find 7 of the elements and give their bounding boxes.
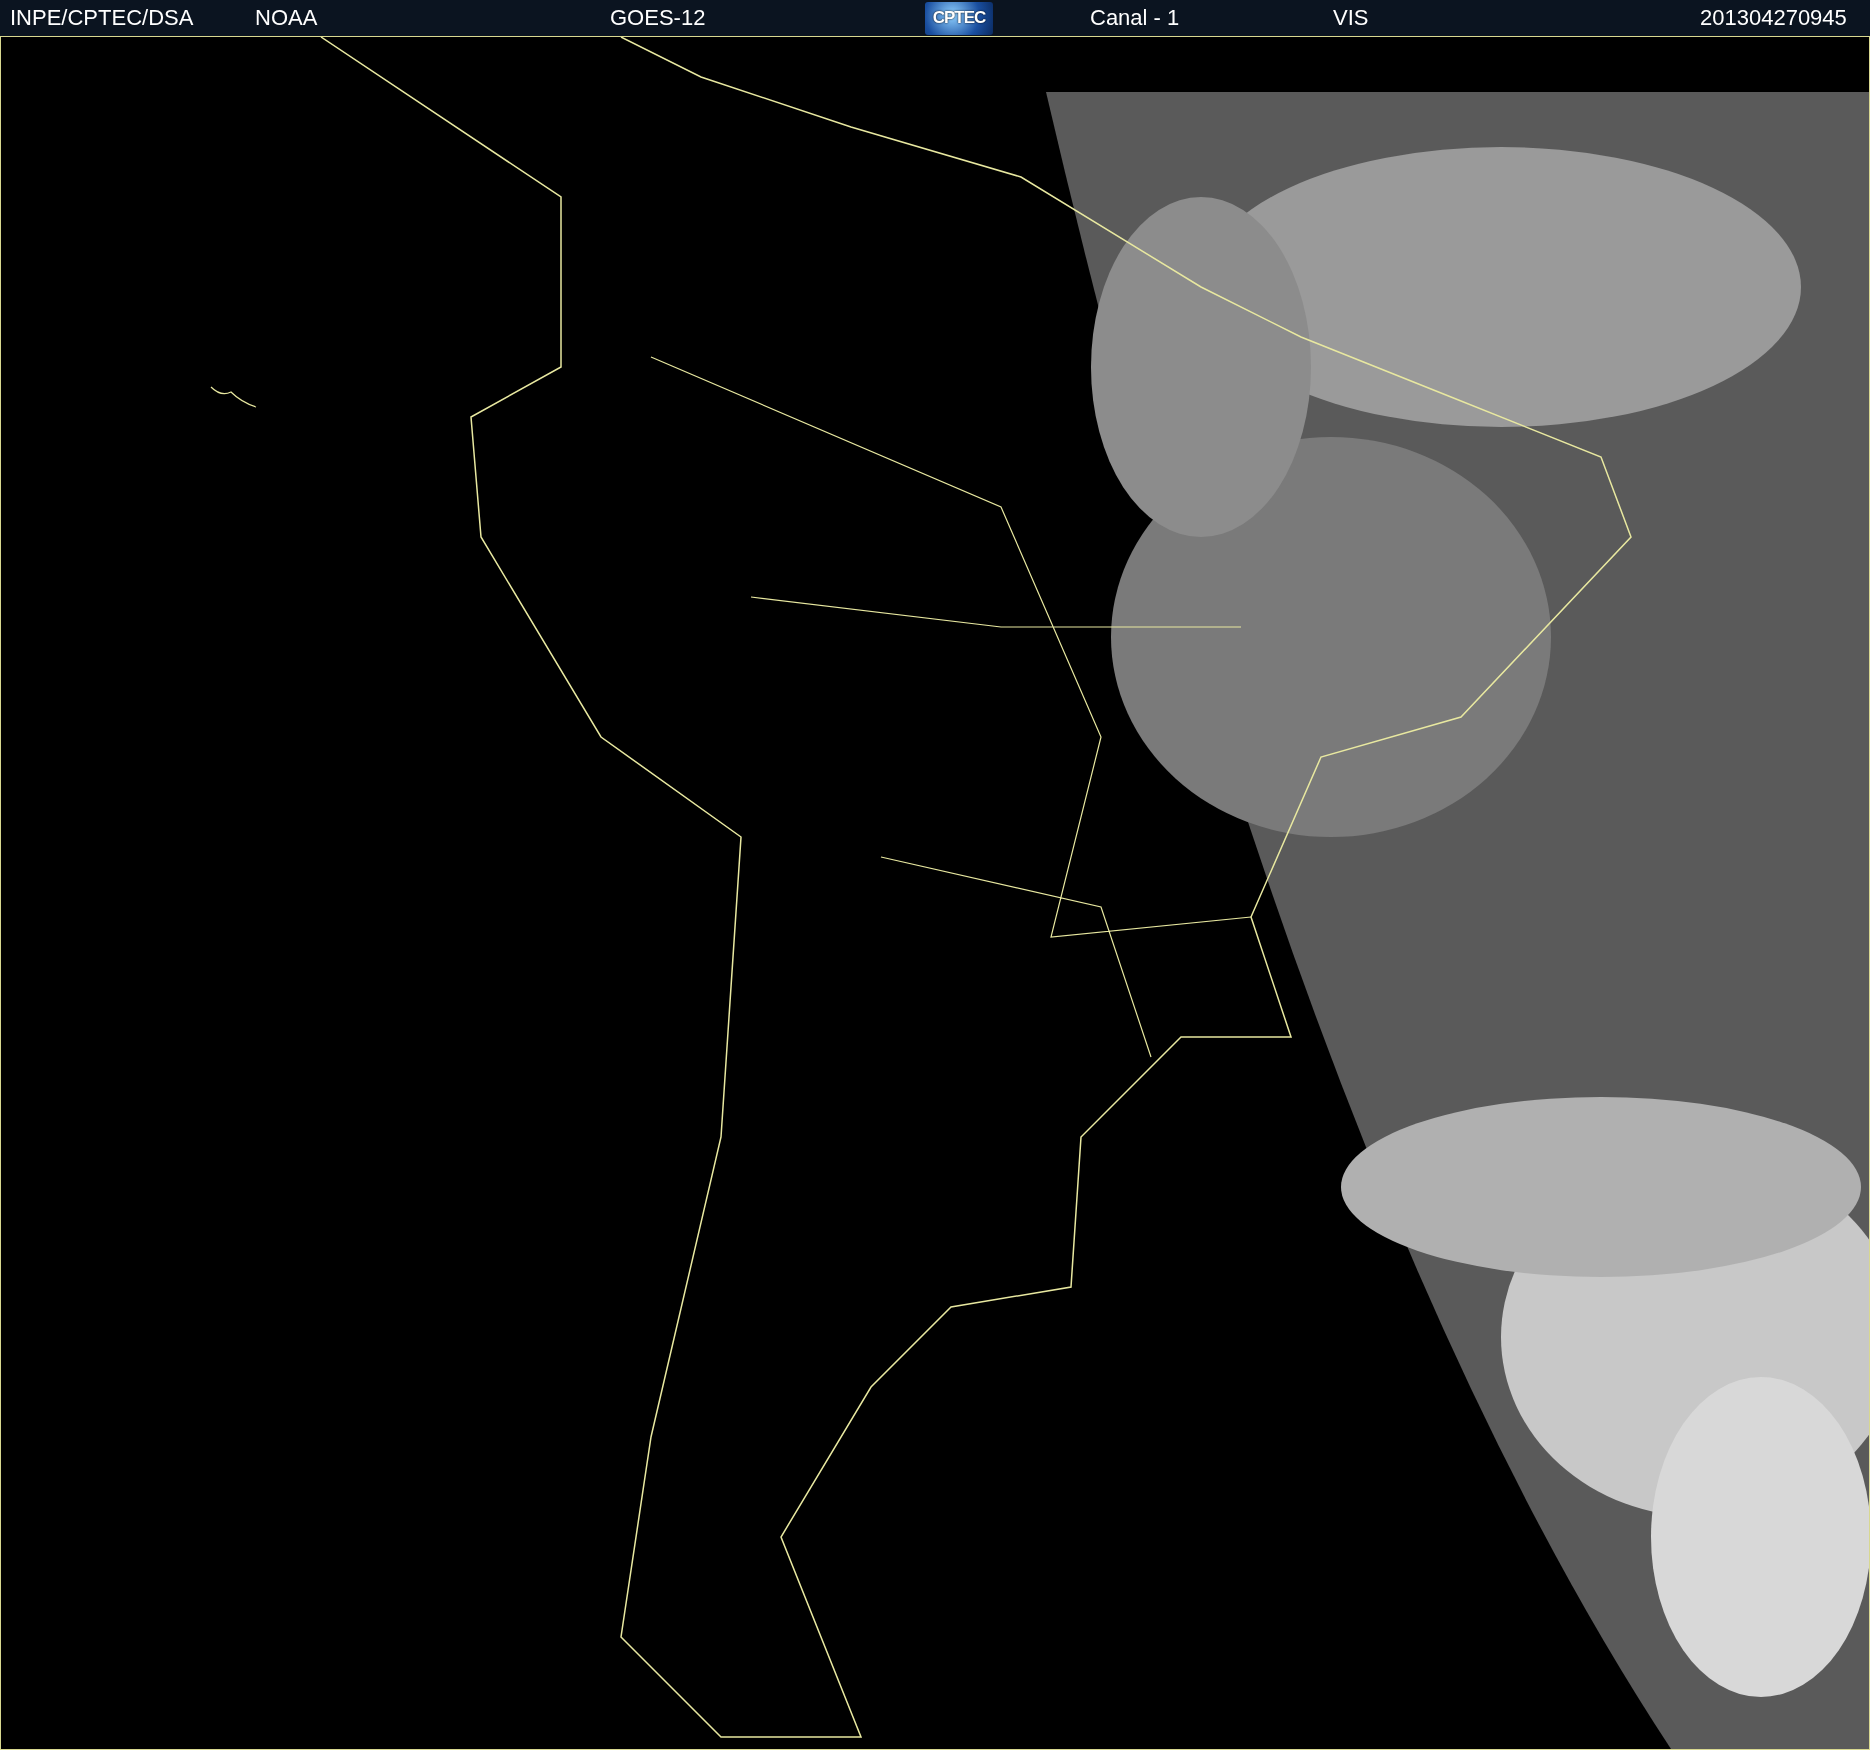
agency-label: NOAA — [255, 5, 318, 31]
channel-label: Canal - 1 — [1090, 5, 1180, 31]
logo: CPTEC — [925, 1, 993, 35]
timestamp-label: 201304270945 — [1700, 5, 1848, 31]
band-label: VIS — [1333, 5, 1369, 31]
source-label: INPE/CPTEC/DSA — [10, 5, 194, 31]
satellite-label: GOES-12 — [610, 5, 706, 31]
